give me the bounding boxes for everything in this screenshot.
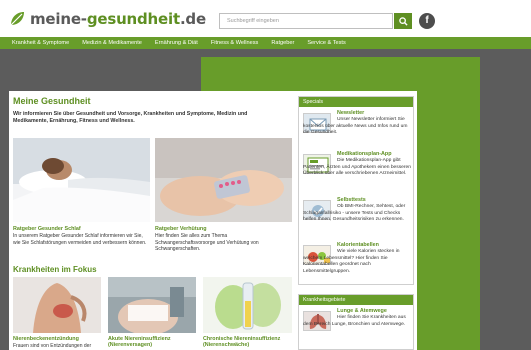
nav-item-krankheit[interactable]: Krankheit & Symptome bbox=[12, 40, 69, 46]
nav-item-medizin[interactable]: Medizin & Medikamente bbox=[82, 40, 142, 46]
page-title: Meine Gesundheit bbox=[13, 96, 91, 106]
intro-text: Wir informieren Sie über Gesundheit und … bbox=[13, 111, 248, 124]
search-input[interactable]: Suchbegriff eingeben bbox=[219, 13, 393, 29]
leaf-icon bbox=[10, 12, 24, 26]
search-button[interactable] bbox=[394, 13, 412, 29]
sidebar: Specials Newsletter Unser Newsletter inf… bbox=[296, 91, 417, 350]
special-text-selbsttests: Ob BMI-Rechner, Sehtest, oder Schlaganfa… bbox=[303, 204, 406, 222]
search-icon bbox=[398, 16, 408, 26]
main-nav: Krankheit & Symptome Medizin & Medikamen… bbox=[0, 37, 531, 49]
site-logo[interactable]: meine-gesundheit.de bbox=[9, 10, 206, 28]
special-text-medikationsplan: Die Medikationsplan-App gibt Patienten, … bbox=[303, 158, 411, 176]
special-title-medikationsplan[interactable]: Medikationsplan-App bbox=[337, 151, 392, 157]
focus-title-akute-niereninsuffizienz[interactable]: Akute Niereninsuffizienz (Nierenversagen… bbox=[108, 336, 200, 348]
area-lunge-atemwege[interactable]: Lunge & Atemwege Hier finden Sie Krankhe… bbox=[303, 308, 411, 348]
krankheitsgebiete-panel: Krankheitsgebiete Lunge & Atemwege Hier … bbox=[298, 294, 414, 350]
krankheitsgebiete-heading: Krankheitsgebiete bbox=[299, 295, 413, 305]
area-title-lunge-atemwege[interactable]: Lunge & Atemwege bbox=[337, 308, 387, 314]
focus-title-nierenbecken[interactable]: Nierenbeckenentzündung bbox=[13, 336, 105, 342]
specials-heading: Specials bbox=[299, 97, 413, 107]
special-selbsttests[interactable]: Selbsttests Ob BMI-Rechner, Sehtest, ode… bbox=[303, 197, 411, 237]
logo-text: meine-gesundheit.de bbox=[30, 10, 206, 28]
sleep-image[interactable] bbox=[13, 138, 150, 222]
nav-item-service[interactable]: Service & Tests bbox=[307, 40, 345, 46]
special-kalorientabellen[interactable]: Kalorientabellen Wie viele Kalorien stec… bbox=[303, 242, 411, 282]
card-title-sleep[interactable]: Ratgeber Gesunder Schlaf bbox=[13, 226, 81, 232]
nav-item-fitness[interactable]: Fitness & Wellness bbox=[211, 40, 258, 46]
specials-panel: Specials Newsletter Unser Newsletter inf… bbox=[298, 96, 414, 285]
focus-image-akute-niereninsuffizienz[interactable] bbox=[108, 277, 196, 333]
area-text-lunge-atemwege: Hier finden Sie Krankheiten aus dem Bere… bbox=[303, 315, 406, 327]
special-title-newsletter[interactable]: Newsletter bbox=[337, 110, 364, 116]
focus-desc-nierenbecken: Frauen sind von Entzündungen der bbox=[13, 343, 92, 349]
focus-image-chronische-niereninsuffizienz[interactable] bbox=[203, 277, 292, 333]
special-newsletter[interactable]: Newsletter Unser Newsletter informiert S… bbox=[303, 110, 411, 144]
card-desc-contraception: Hier finden Sie alles zum Thema Schwange… bbox=[155, 233, 259, 253]
special-title-selbsttests[interactable]: Selbsttests bbox=[337, 197, 366, 203]
card-title-contraception[interactable]: Ratgeber Verhütung bbox=[155, 226, 207, 232]
focus-image-nierenbecken[interactable] bbox=[13, 277, 101, 333]
focus-heading: Krankheiten im Fokus bbox=[13, 265, 97, 274]
site-header: meine-gesundheit.de Suchbegriff eingeben… bbox=[0, 0, 531, 37]
special-medikationsplan[interactable]: Medikationsplan-App Die Medikationsplan-… bbox=[303, 151, 411, 191]
facebook-icon[interactable]: f bbox=[419, 13, 435, 29]
special-text-newsletter: Unser Newsletter informiert Sie kostenlo… bbox=[303, 117, 408, 135]
card-desc-sleep: In unserem Ratgeber Gesunder Schlaf info… bbox=[13, 233, 147, 246]
contraception-image[interactable] bbox=[155, 138, 292, 222]
special-title-kalorientabellen[interactable]: Kalorientabellen bbox=[337, 242, 379, 248]
nav-item-ratgeber[interactable]: Ratgeber bbox=[271, 40, 294, 46]
nav-item-ernaehrung[interactable]: Ernährung & Diät bbox=[155, 40, 198, 46]
special-text-kalorientabellen: Wie viele Kalorien stecken in welchem Le… bbox=[303, 249, 400, 274]
main-content: Meine Gesundheit Wir informieren Sie übe… bbox=[9, 91, 296, 350]
focus-title-chronische-niereninsuffizienz[interactable]: Chronische Niereninsuffizienz (Nierensch… bbox=[203, 336, 295, 348]
